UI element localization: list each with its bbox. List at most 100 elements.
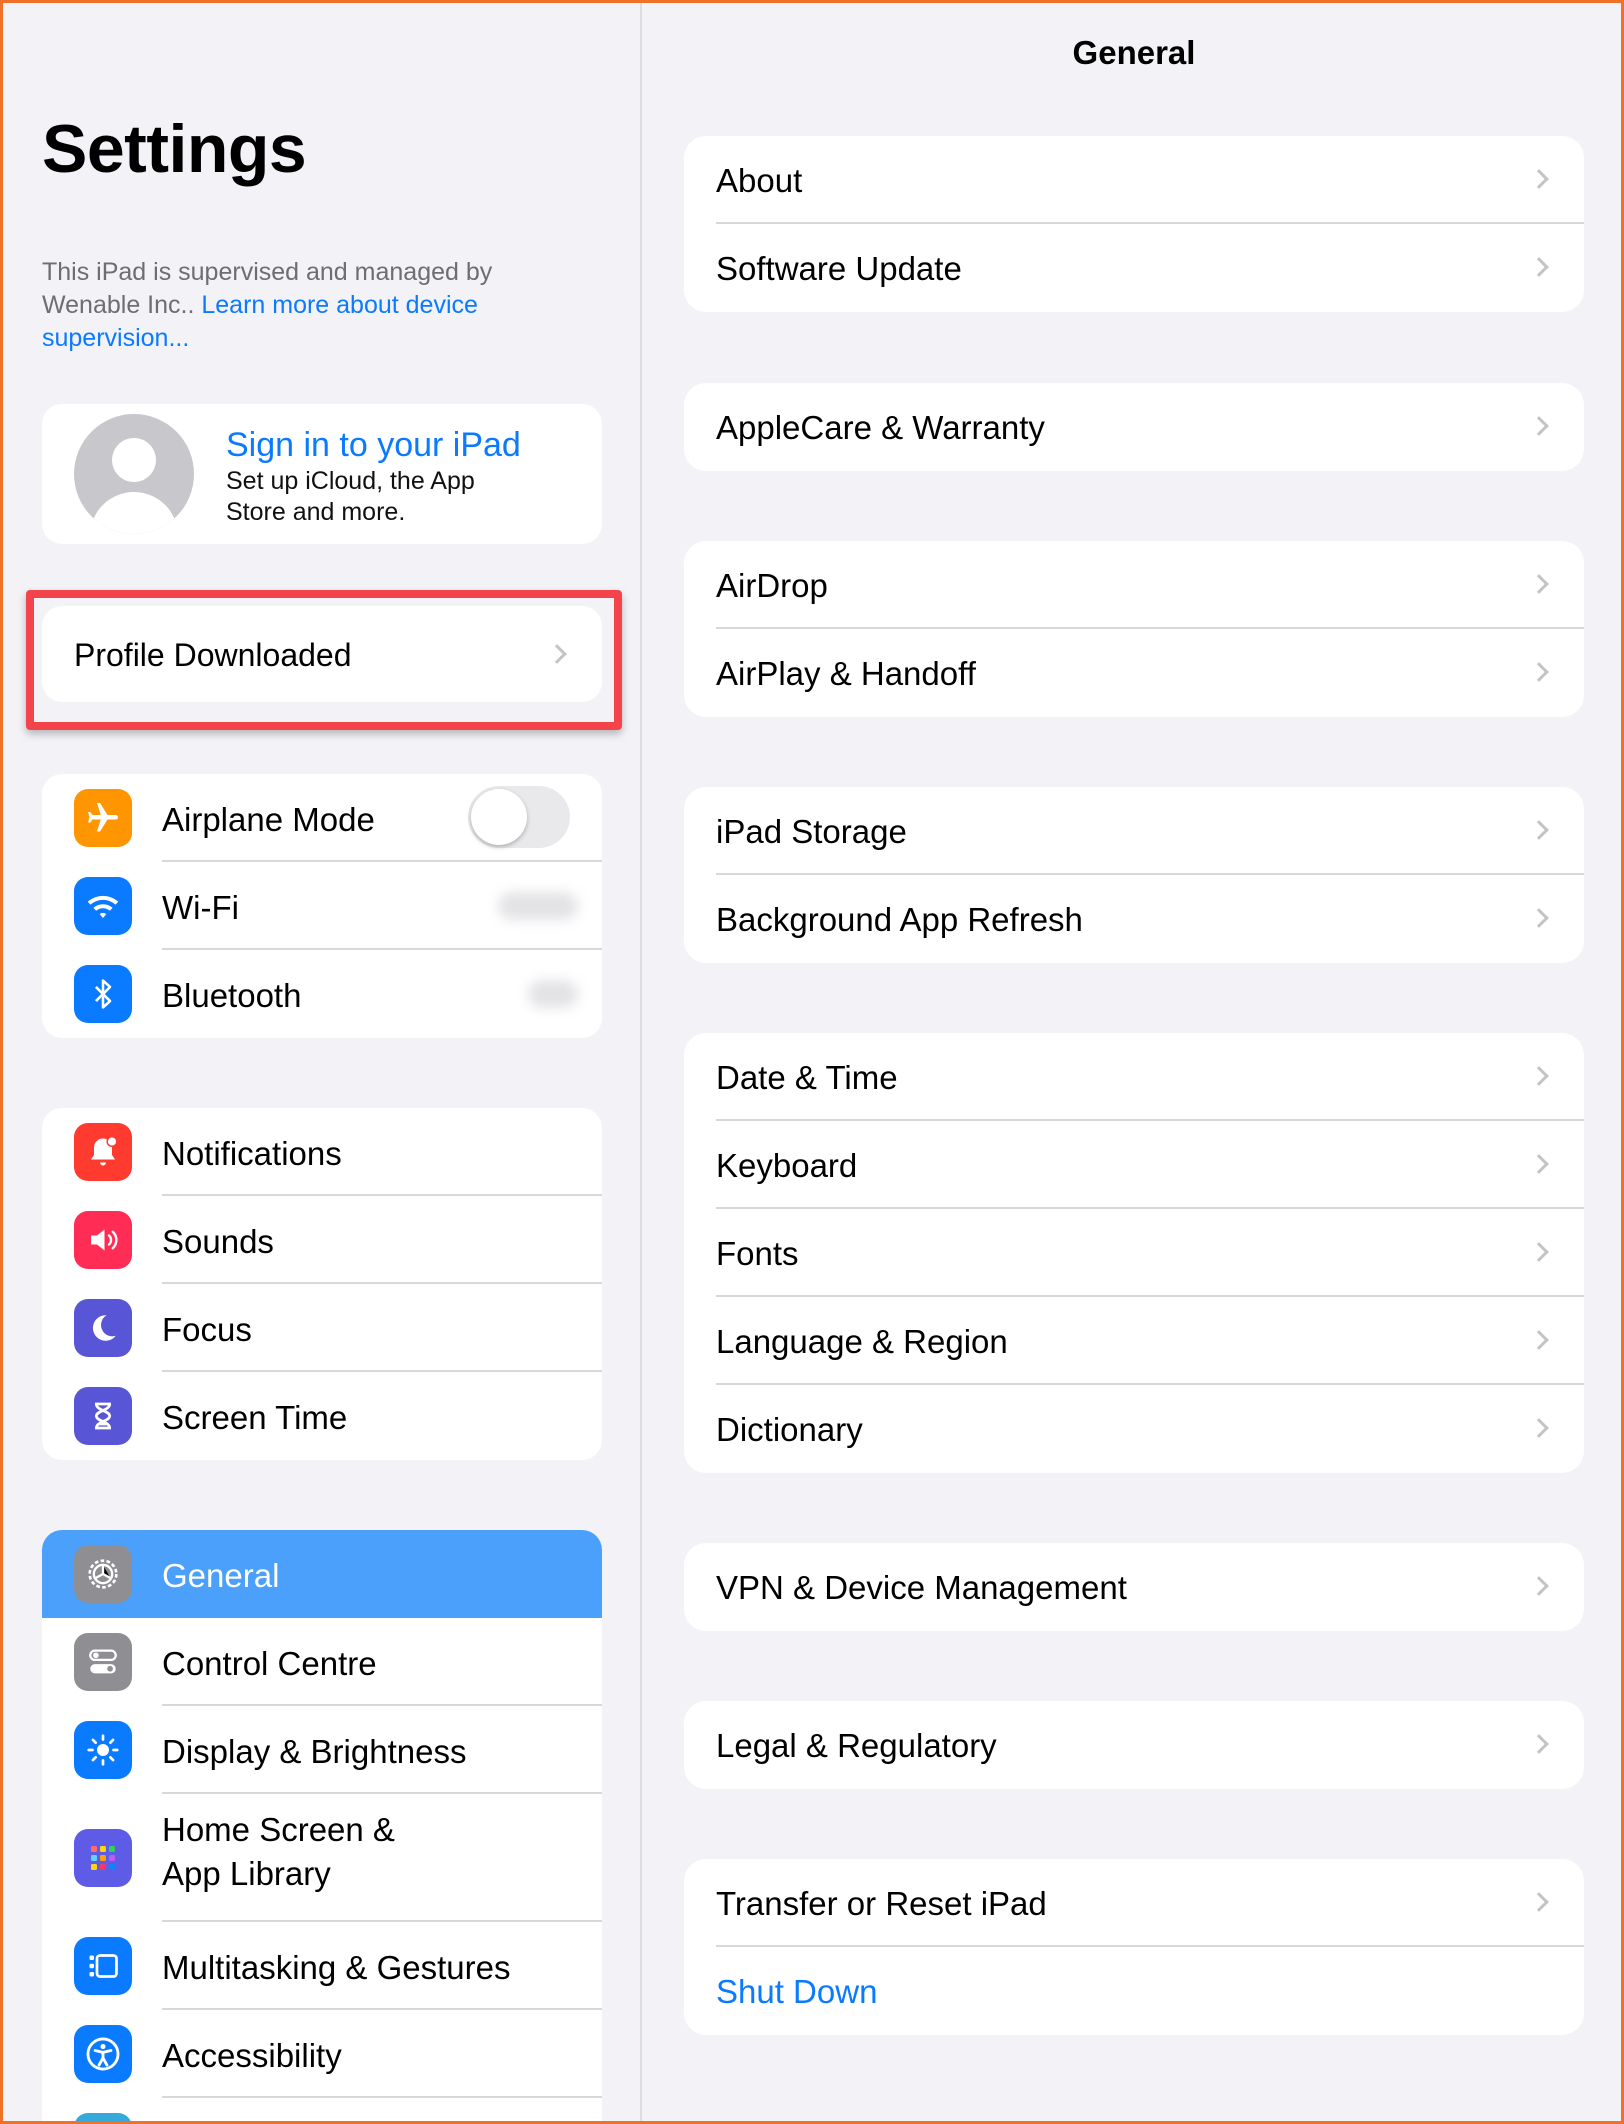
sidebar-item-display-brightness[interactable]: Display & Brightness	[42, 1706, 602, 1794]
hourglass-icon	[74, 1387, 132, 1445]
detail-group-applecare: AppleCare & Warranty	[684, 383, 1584, 471]
sidebar-item-label: Airplane Mode	[162, 801, 375, 838]
sidebar-item-airplane-mode[interactable]: Airplane Mode	[42, 774, 602, 862]
chevron-right-icon	[1529, 1734, 1549, 1754]
multitasking-icon	[74, 1937, 132, 1995]
detail-item-label: AppleCare & Warranty	[716, 409, 1045, 446]
sidebar-item-label: Control Centre	[162, 1645, 377, 1682]
highlight-box	[26, 590, 622, 730]
wifi-network-value	[498, 892, 578, 920]
connectivity-group: Airplane Mode Wi-Fi Bluetooth	[42, 774, 602, 1038]
detail-title: General	[1072, 34, 1196, 71]
chevron-right-icon	[1529, 1066, 1549, 1086]
detail-item-legal-regulatory[interactable]: Legal & Regulatory	[684, 1701, 1584, 1789]
sidebar-item-multitasking[interactable]: Multitasking & Gestures	[42, 1922, 602, 2010]
sidebar-item-label-line2: App Library	[162, 1855, 331, 1892]
detail-item-keyboard[interactable]: Keyboard	[684, 1121, 1584, 1209]
bluetooth-status-value	[528, 980, 578, 1008]
detail-item-label: Fonts	[716, 1235, 799, 1272]
detail-item-background-app-refresh[interactable]: Background App Refresh	[684, 875, 1584, 963]
detail-item-label: Background App Refresh	[716, 901, 1083, 938]
sidebar-item-control-centre[interactable]: Control Centre	[42, 1618, 602, 1706]
detail-item-language-region[interactable]: Language & Region	[684, 1297, 1584, 1385]
account-card[interactable]: Sign in to your iPad Set up iCloud, the …	[42, 404, 602, 544]
detail-item-airdrop[interactable]: AirDrop	[684, 541, 1584, 629]
chevron-right-icon	[1529, 574, 1549, 594]
detail-item-label: AirPlay & Handoff	[716, 655, 976, 692]
gear-icon	[74, 1545, 132, 1603]
general-group: General Control Centre Display & Brightn…	[42, 1530, 602, 2124]
moon-icon	[74, 1299, 132, 1357]
sidebar-item-label: Screen Time	[162, 1399, 348, 1436]
chevron-right-icon	[1529, 1418, 1549, 1438]
detail-group-legal: Legal & Regulatory	[684, 1701, 1584, 1789]
chevron-right-icon	[1529, 169, 1549, 189]
home-screen-icon	[74, 1829, 132, 1887]
detail-item-label: Transfer or Reset iPad	[716, 1885, 1047, 1922]
detail-group-transfer: Transfer or Reset iPad Shut Down	[684, 1859, 1584, 2035]
accessibility-icon	[74, 2025, 132, 2083]
sidebar-item-label: General	[162, 1557, 280, 1594]
detail-group-date-time: Date & Time Keyboard Fonts Language & Re…	[684, 1033, 1584, 1473]
detail-item-label: Dictionary	[716, 1411, 863, 1448]
detail-item-applecare[interactable]: AppleCare & Warranty	[684, 383, 1584, 471]
account-title: Sign in to your iPad	[226, 426, 521, 464]
chevron-right-icon	[1529, 1330, 1549, 1350]
chevron-right-icon	[1529, 662, 1549, 682]
sidebar-item-label: Display & Brightness	[162, 1733, 467, 1770]
chevron-right-icon	[1529, 908, 1549, 928]
supervision-notice: This iPad is supervised and managed by W…	[42, 256, 562, 355]
detail-item-label: Software Update	[716, 250, 962, 287]
detail-item-ipad-storage[interactable]: iPad Storage	[684, 787, 1584, 875]
sidebar-item-sounds[interactable]: Sounds	[42, 1196, 602, 1284]
sidebar-item-accessibility[interactable]: Accessibility	[42, 2010, 602, 2098]
detail-item-fonts[interactable]: Fonts	[684, 1209, 1584, 1297]
sidebar-item-next[interactable]	[42, 2098, 602, 2124]
detail-item-dictionary[interactable]: Dictionary	[684, 1385, 1584, 1473]
detail-item-label: Date & Time	[716, 1059, 898, 1096]
control-centre-icon	[74, 1633, 132, 1691]
detail-item-airplay-handoff[interactable]: AirPlay & Handoff	[684, 629, 1584, 717]
sidebar-item-label: Bluetooth	[162, 977, 302, 1014]
detail-item-label: VPN & Device Management	[716, 1569, 1127, 1606]
shut-down-button[interactable]: Shut Down	[684, 1947, 1584, 2035]
chevron-right-icon	[1529, 1892, 1549, 1912]
detail-item-about[interactable]: About	[684, 136, 1584, 224]
chevron-right-icon	[1529, 1576, 1549, 1596]
sidebar-item-label: Home Screen & App Library	[162, 1808, 395, 1896]
sidebar-item-wifi[interactable]: Wi-Fi	[42, 862, 602, 950]
detail-item-date-time[interactable]: Date & Time	[684, 1033, 1584, 1121]
sidebar-item-bluetooth[interactable]: Bluetooth	[42, 950, 602, 1038]
airplane-icon	[74, 789, 132, 847]
sidebar-item-label: Accessibility	[162, 2037, 342, 2074]
chevron-right-icon	[1529, 1154, 1549, 1174]
detail-item-label: Keyboard	[716, 1147, 858, 1184]
sidebar-item-label: Multitasking & Gestures	[162, 1949, 511, 1986]
detail-group-storage: iPad Storage Background App Refresh	[684, 787, 1584, 963]
sidebar-item-focus[interactable]: Focus	[42, 1284, 602, 1372]
chevron-right-icon	[1529, 257, 1549, 277]
wifi-icon	[74, 877, 132, 935]
detail-group-airdrop: AirDrop AirPlay & Handoff	[684, 541, 1584, 717]
detail-item-vpn-device-management[interactable]: VPN & Device Management	[684, 1543, 1584, 1631]
detail-item-transfer-reset[interactable]: Transfer or Reset iPad	[684, 1859, 1584, 1947]
sidebar-item-notifications[interactable]: Notifications	[42, 1108, 602, 1196]
airplane-mode-toggle[interactable]	[468, 786, 570, 848]
detail-group-vpn: VPN & Device Management	[684, 1543, 1584, 1631]
detail-item-label: AirDrop	[716, 567, 828, 604]
general-detail-pane: General About Software Update AppleCare …	[644, 0, 1624, 2124]
detail-item-label: Legal & Regulatory	[716, 1727, 997, 1764]
shut-down-label: Shut Down	[716, 1973, 878, 2010]
chevron-right-icon	[1529, 820, 1549, 840]
notifications-icon	[74, 1123, 132, 1181]
sidebar-item-label: Sounds	[162, 1223, 274, 1260]
detail-item-software-update[interactable]: Software Update	[684, 224, 1584, 312]
sidebar-title: Settings	[42, 111, 307, 187]
sidebar-item-home-screen[interactable]: Home Screen & App Library	[42, 1794, 602, 1922]
avatar	[74, 414, 194, 534]
settings-sidebar: Settings This iPad is supervised and man…	[0, 0, 642, 2124]
sidebar-item-general[interactable]: General	[42, 1530, 602, 1618]
chevron-right-icon	[1529, 1242, 1549, 1262]
chevron-right-icon	[1529, 416, 1549, 436]
sidebar-item-screen-time[interactable]: Screen Time	[42, 1372, 602, 1460]
